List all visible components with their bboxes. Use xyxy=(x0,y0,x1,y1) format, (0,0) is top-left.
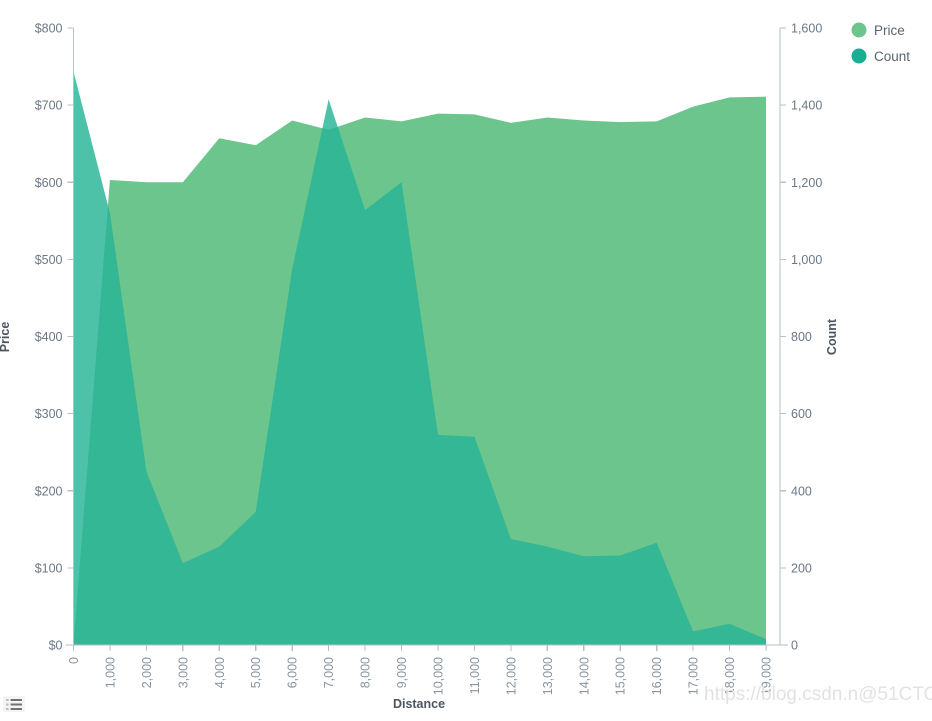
watermark-text: https://blog.csdn.n@51CTO博客 xyxy=(704,683,932,705)
x-axis-tick-label: 1,000 xyxy=(103,657,117,688)
legend-item[interactable]: Count xyxy=(851,48,911,65)
x-axis-tick-label: 5,000 xyxy=(249,657,263,688)
x-axis-tick-label: 17,000 xyxy=(687,657,701,695)
left-axis-tick-label: $500 xyxy=(35,253,63,267)
legend-item-label: Price xyxy=(874,23,905,38)
right-axis-tick-label: 1,600 xyxy=(791,22,822,36)
chart-canvas: $0 $100 $200 $300 $400 $500 $600 $700 $800 Price 0… xyxy=(0,22,932,712)
x-axis-tick-label: 0 xyxy=(67,657,81,664)
left-axis-tick-label: $700 xyxy=(35,99,63,113)
dual-axis-area-chart: $0 $100 $200 $300 $400 $500 $600 $700 $800 Price 0… xyxy=(0,0,932,716)
left-axis: $0 $100 $200 $300 $400 $500 $600 $700 $800 Price xyxy=(0,22,75,653)
x-axis: 0 1,000 2,000 3,000 4,000 5,000 6,000 7,000 8,00… xyxy=(65,644,788,711)
right-axis-tick-label: 1,400 xyxy=(791,99,822,113)
left-axis-tick-label: $100 xyxy=(35,561,63,575)
x-axis-tick-label: 6,000 xyxy=(286,657,300,688)
list-menu-icon[interactable] xyxy=(3,696,25,712)
right-axis-title: Count xyxy=(825,318,839,355)
left-axis-tick-label: $600 xyxy=(35,176,63,190)
left-axis-tick-label: $200 xyxy=(35,484,63,498)
x-axis-tick-label: 4,000 xyxy=(213,657,227,688)
left-axis-tick-label: $800 xyxy=(35,22,63,36)
x-axis-tick-label: 16,000 xyxy=(650,657,664,695)
right-axis-tick-label: 200 xyxy=(791,561,812,575)
left-axis-title: Price xyxy=(0,322,12,353)
x-axis-tick-label: 8,000 xyxy=(359,657,373,688)
x-axis-tick-label: 7,000 xyxy=(322,657,336,688)
x-axis-tick-label: 12,000 xyxy=(504,657,518,695)
x-axis-tick-label: 13,000 xyxy=(541,657,555,695)
x-axis-tick-label: 11,000 xyxy=(468,657,482,694)
x-axis-tick-label: 14,000 xyxy=(577,657,591,695)
legend-item[interactable]: Price xyxy=(851,22,905,39)
right-axis: 0 200 400 600 800 1,000 1,200 1,400 1,600 Count xyxy=(779,22,839,653)
legend-dot-icon xyxy=(851,48,867,64)
list-menu-icon-glyph xyxy=(6,698,22,710)
right-axis-tick-label: 0 xyxy=(791,639,798,653)
legend-dot-icon xyxy=(851,22,867,38)
x-axis-tick-label: 3,000 xyxy=(176,657,190,688)
legend-item-label: Count xyxy=(874,49,910,64)
left-axis-tick-label: $400 xyxy=(35,330,63,344)
right-axis-tick-label: 1,000 xyxy=(791,253,822,267)
right-axis-tick-label: 1,200 xyxy=(791,176,822,190)
left-axis-tick-label: $300 xyxy=(35,407,63,421)
x-axis-tick-label: 10,000 xyxy=(431,657,445,695)
right-axis-tick-label: 600 xyxy=(791,407,812,421)
x-axis-tick-label: 2,000 xyxy=(140,657,154,688)
legend: Price Count xyxy=(851,22,911,65)
right-axis-tick-label: 400 xyxy=(791,484,812,498)
right-axis-tick-label: 800 xyxy=(791,330,812,344)
x-axis-tick-label: 15,000 xyxy=(614,657,628,695)
plot-areas xyxy=(73,71,766,645)
x-axis-title: Distance xyxy=(393,697,445,711)
x-axis-tick-label: 9,000 xyxy=(395,657,409,688)
left-axis-tick-label: $0 xyxy=(49,639,63,653)
